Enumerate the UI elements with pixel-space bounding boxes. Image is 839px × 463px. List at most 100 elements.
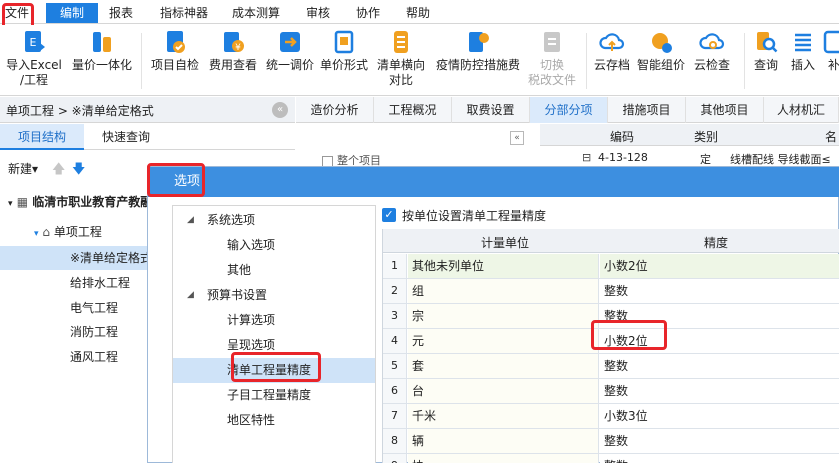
precision-by-unit-label: 按单位设置清单工程量精度 [402,209,547,223]
cost-view-button[interactable]: ¥ 费用查看 [206,29,260,73]
options-dialog: 选项 ◢ 系统选项 输入选项 其他 ◢ 预算书设置 计算选项 呈现选项 清单工程… [147,166,839,463]
highlight-list-precision [231,352,321,382]
scope-row: 整个项目 [300,152,534,166]
tab-materials[interactable]: 人材机汇 [764,97,839,123]
tab-fee-setting[interactable]: 取费设置 [452,97,530,123]
building-icon: ▦ [16,195,29,209]
arrow-down-icon[interactable]: 🡇 [72,160,85,182]
price-integration-icon [89,29,115,55]
tab-other[interactable]: 其他项目 [686,97,764,123]
tree-item-system-options[interactable]: ◢ 系统选项 [173,208,375,233]
tree-item-single-project[interactable]: ▾ ⌂ 单项工程 [0,220,165,244]
menu-cost-estimate[interactable]: 成本测算 [228,3,284,23]
switch-tax-icon [539,29,565,55]
arrow-up-icon[interactable]: 🡅 [52,160,65,182]
cloud-archive-button[interactable]: 云存档 [590,29,634,73]
insert-button[interactable]: 插入 [786,29,820,73]
tab-quick-search[interactable]: 快速查询 [84,124,168,150]
table-row[interactable]: 1 其他未列单位 小数2位 [383,254,839,279]
tree-item-fire[interactable]: 消防工程 [0,320,165,344]
table-row[interactable]: 6 台 整数 [383,379,839,404]
precision-by-unit-checkbox[interactable]: ✓ [382,208,396,222]
ribbon-toolbar: E 导入Excel /工程 量价一体化 项目自检 ¥ 费用查看 统一调价 单价形… [0,25,839,96]
tree-item-ventilation[interactable]: 通风工程 [0,345,165,369]
unified-price-icon [277,29,303,55]
tree-item-calc-options[interactable]: 计算选项 [173,308,375,333]
tree-item-budget-settings[interactable]: ◢ 预算书设置 [173,283,375,308]
breadcrumb-text: 单项工程 > ※清单给定格式 [6,104,154,118]
collapse-left-icon[interactable]: « [510,131,524,145]
import-excel-button[interactable]: E 导入Excel /工程 [4,29,64,88]
insert-icon [790,29,816,55]
table-row[interactable]: 7 千米 小数3位 [383,404,839,429]
table-row[interactable]: 2 组 整数 [383,279,839,304]
table-row[interactable]: 9 块 整数 [383,454,839,463]
cloud-check-icon [699,29,725,55]
tree-item-input-options[interactable]: 输入选项 [173,233,375,258]
left-tabs: 项目结构 快速查询 [0,124,295,150]
column-precision: 精度 [704,236,729,250]
tree-item-drainage[interactable]: 给排水工程 [0,271,165,295]
project-check-icon [162,29,188,55]
menu-index-tool[interactable]: 指标神器 [156,3,212,23]
ribbon-separator [141,33,142,89]
menu-bar: 文件 编制 报表 指标神器 成本测算 审核 协作 帮助 [0,0,839,24]
unit-price-form-button[interactable]: 单价形式 [318,29,370,73]
table-row[interactable]: 5 套 整数 [383,354,839,379]
cost-view-icon: ¥ [220,29,246,55]
smart-price-button[interactable]: 智能组价 [634,29,688,73]
list-compare-icon [388,29,414,55]
caret-down-icon: ▾ [34,229,39,239]
column-unit: 计量单位 [481,236,530,250]
search-button[interactable]: 查询 [748,29,784,73]
tree-item-project[interactable]: ▾ ▦ 临清市职业教育产教融 [0,190,165,214]
project-check-button[interactable]: 项目自检 [148,29,202,73]
tab-cost-analysis[interactable]: 造价分析 [296,97,374,123]
smart-price-icon [648,29,674,55]
tab-overview[interactable]: 工程概况 [374,97,452,123]
ribbon-separator [744,33,745,89]
list-compare-button[interactable]: 清单横向 对比 [374,29,428,88]
menu-review[interactable]: 审核 [302,3,334,23]
caret-down-icon: ◢ [187,215,194,225]
main-tabs: 造价分析 工程概况 取费设置 分部分项 措施项目 其他项目 人材机汇 [296,97,839,123]
collapse-icon[interactable]: « [272,102,288,118]
tree-item-other[interactable]: 其他 [173,258,375,283]
breadcrumb: 单项工程 > ※清单给定格式 « [0,97,295,123]
tab-measures[interactable]: 措施项目 [608,97,686,123]
options-tree: ◢ 系统选项 输入选项 其他 ◢ 预算书设置 计算选项 呈现选项 清单工程量精度… [172,205,376,463]
cloud-check-button[interactable]: 云检查 [690,29,734,73]
menu-edit[interactable]: 编制 [46,3,98,23]
menu-report[interactable]: 报表 [104,3,138,23]
caret-down-icon: ◢ [187,290,194,300]
unified-price-button[interactable]: 统一调价 [262,29,318,73]
tab-project-structure[interactable]: 项目结构 [0,124,84,150]
menu-help[interactable]: 帮助 [402,3,434,23]
cloud-archive-icon [599,29,625,55]
highlight-dialog-title [147,163,205,197]
unit-price-form-icon [331,29,357,55]
switch-tax-button[interactable]: 切换 税改文件 [524,29,580,88]
menu-collab[interactable]: 协作 [352,3,384,23]
grid-header: 编码 类别 名 [540,124,839,146]
table-row[interactable]: 8 辆 整数 [383,429,839,454]
epidemic-measure-button[interactable]: 疫情防控措施费 [434,29,522,73]
price-integration-button[interactable]: 量价一体化 [70,29,134,73]
grid-header: 计量单位 精度 [383,229,839,253]
checkbox-icon[interactable] [322,155,333,166]
tree-item-list-format[interactable]: ※清单给定格式 [0,246,165,270]
tab-divisional[interactable]: 分部分项 [530,97,608,123]
dialog-title: 选项 [148,167,839,197]
epidemic-measure-icon [465,29,491,55]
new-button[interactable]: 新建▾ [8,160,38,177]
caret-down-icon: ▾ [8,199,13,209]
supplement-icon [822,29,839,55]
svg-text:E: E [30,36,37,49]
tree-item-region[interactable]: 地区特性 [173,408,375,433]
tree-item-electrical[interactable]: 电气工程 [0,296,165,320]
tree-item-sub-precision[interactable]: 子目工程量精度 [173,383,375,408]
supplement-button[interactable]: 补 [822,29,839,73]
collapse-row-icon[interactable]: ⊟ [582,151,591,164]
search-icon [753,29,779,55]
svg-text:¥: ¥ [235,43,241,53]
